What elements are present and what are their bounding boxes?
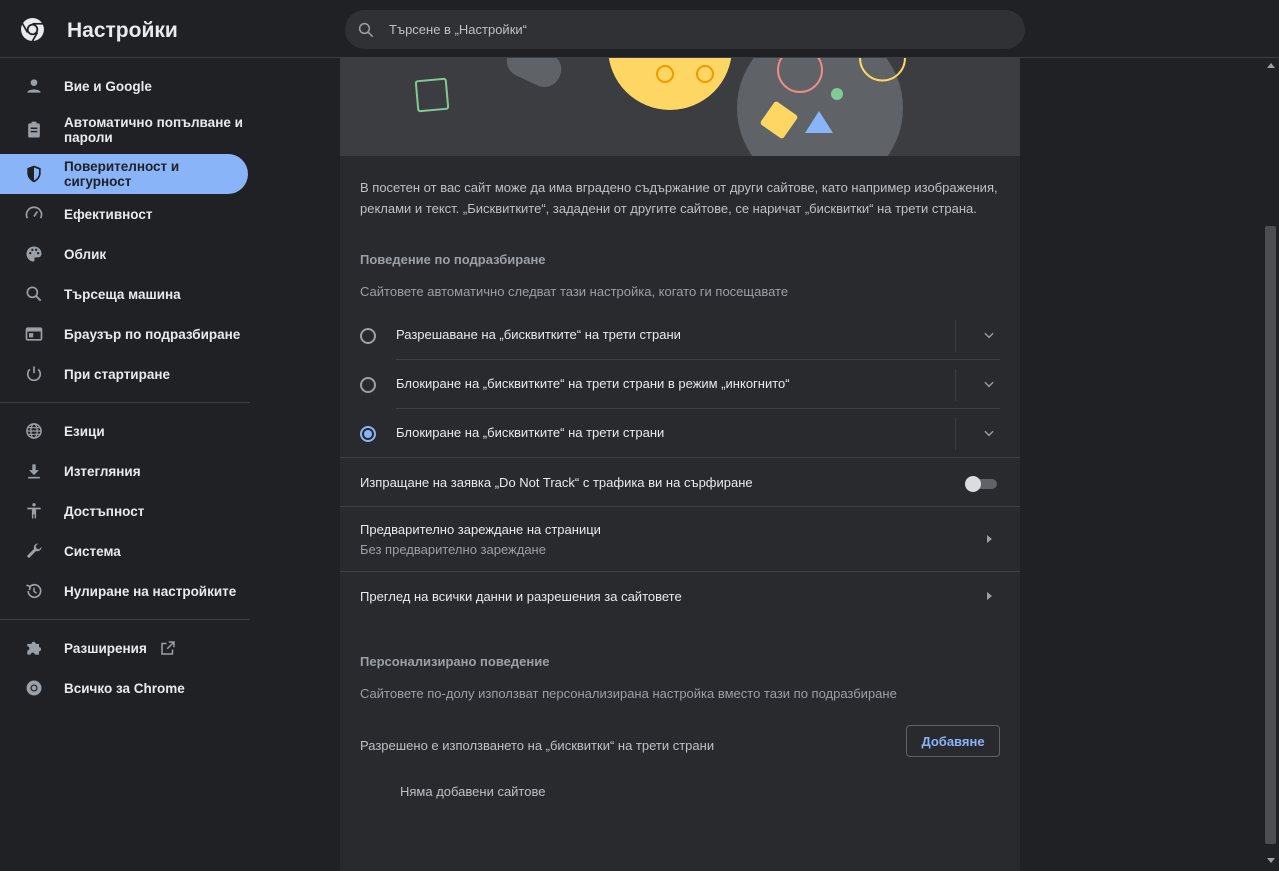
app-title: Настройки	[67, 19, 178, 42]
radio-label: Блокиране на „бисквитките“ на трети стра…	[396, 425, 665, 440]
clipboard-icon	[28, 121, 40, 138]
sidebar-item-label: Автоматично попълване и пароли	[64, 115, 243, 145]
separator	[955, 320, 956, 352]
sidebar-item-label: Облик	[64, 246, 107, 262]
sidebar-item-about-chrome[interactable]: Всичко за Chrome	[0, 668, 248, 708]
sidebar-item-label: Ефективност	[64, 206, 153, 222]
sidebar: Вие и Google Автоматично попълване и пар…	[0, 58, 260, 871]
arrow-right-icon	[987, 592, 992, 600]
search-icon	[358, 22, 374, 38]
illustration-banner	[340, 58, 1020, 156]
cookies-illustration	[414, 58, 906, 156]
do-not-track-row[interactable]: Изпращане на заявка „Do Not Track“ с тра…	[340, 458, 1020, 506]
site-data-title: Преглед на всички данни и разрешения за …	[360, 589, 682, 604]
sidebar-item-performance[interactable]: Ефективност	[0, 194, 248, 234]
sidebar-item-extensions[interactable]: Разширения	[0, 628, 248, 668]
default-behavior-subtitle: Сайтовете автоматично следват тази настр…	[360, 284, 789, 299]
add-site-button[interactable]: Добавяне	[906, 725, 1000, 757]
sidebar-item-search-engine[interactable]: Търсеща машина	[0, 274, 248, 314]
do-not-track-toggle[interactable]	[965, 476, 997, 492]
radio-label: Разрешаване на „бисквитките“ на трети ст…	[396, 327, 681, 342]
search-box[interactable]	[345, 10, 1025, 49]
sidebar-item-label: Браузър по подразбиране	[64, 326, 241, 342]
separator	[955, 418, 956, 450]
sidebar-item-label: Достъпност	[64, 503, 145, 519]
sidebar-item-label: Изтегляния	[64, 463, 141, 479]
puzzle-icon	[27, 641, 42, 655]
chevron-down-icon[interactable]	[982, 328, 996, 342]
sidebar-item-default-browser[interactable]: Браузър по подразбиране	[0, 314, 248, 354]
search-icon	[26, 286, 42, 302]
person-icon	[27, 79, 41, 93]
globe-icon	[26, 423, 42, 439]
radio-block-incognito[interactable]: Блокиране на „бисквитките“ на трети стра…	[360, 360, 1000, 409]
browser-icon	[25, 327, 43, 341]
arrow-right-icon	[987, 535, 992, 543]
scrollbar[interactable]	[1263, 58, 1279, 871]
sidebar-item-label: Търсеща машина	[64, 286, 181, 302]
radio-button[interactable]	[360, 377, 376, 393]
sidebar-item-label: Всичко за Chrome	[64, 680, 185, 696]
site-data-row[interactable]: Преглед на всички данни и разрешения за …	[340, 572, 1020, 620]
sidebar-item-system[interactable]: Система	[0, 531, 248, 571]
sidebar-item-label: Вие и Google	[64, 78, 152, 94]
sidebar-item-label: Разширения	[64, 640, 147, 656]
sidebar-divider	[0, 619, 250, 620]
do-not-track-label: Изпращане на заявка „Do Not Track“ с тра…	[360, 475, 753, 490]
radio-button[interactable]	[360, 328, 376, 344]
sidebar-item-autofill[interactable]: Автоматично попълване и пароли	[0, 110, 248, 150]
radio-allow-third-party-cookies[interactable]: Разрешаване на „бисквитките“ на трети ст…	[360, 311, 1000, 360]
custom-behavior-heading: Персонализирано поведение	[360, 654, 550, 669]
sidebar-item-appearance[interactable]: Облик	[0, 234, 248, 274]
allowed-cookies-label: Разрешено е използването на „бисквитки“ …	[360, 738, 715, 753]
palette-icon	[26, 246, 42, 262]
download-icon	[28, 464, 40, 479]
chevron-down-icon[interactable]	[982, 426, 996, 440]
sidebar-item-accessibility[interactable]: Достъпност	[0, 491, 248, 531]
top-bar: Настройки	[0, 0, 1279, 58]
custom-behavior-subtitle: Сайтовете по-долу използват персонализир…	[360, 686, 897, 701]
sidebar-item-you-and-google[interactable]: Вие и Google	[0, 66, 248, 106]
chrome-icon	[26, 680, 42, 696]
sidebar-item-reset-settings[interactable]: Нулиране на настройките	[0, 571, 248, 611]
history-icon	[26, 583, 42, 599]
preload-title: Предварително зареждане на страници	[360, 522, 601, 537]
default-behavior-heading: Поведение по подразбиране	[360, 252, 546, 267]
chrome-logo-icon	[21, 18, 44, 42]
separator	[955, 369, 956, 401]
radio-label: Блокиране на „бисквитките“ на трети стра…	[396, 376, 790, 391]
preload-subtitle: Без предварително зареждане	[360, 542, 546, 557]
scroll-down-arrow-icon[interactable]	[1267, 856, 1275, 864]
speedometer-icon	[25, 206, 43, 219]
sidebar-item-languages[interactable]: Езици	[0, 411, 248, 451]
sidebar-item-label: Система	[64, 543, 121, 559]
scrollbar-thumb[interactable]	[1265, 226, 1276, 844]
preload-pages-row[interactable]: Предварително зареждане на страници Без …	[340, 507, 1020, 571]
radio-block-third-party-cookies[interactable]: Блокиране на „бисквитките“ на трети стра…	[360, 409, 1000, 458]
sidebar-item-on-startup[interactable]: При стартиране	[0, 354, 248, 394]
chevron-down-icon[interactable]	[982, 377, 996, 391]
power-icon	[26, 366, 42, 382]
radio-button-selected[interactable]	[360, 426, 376, 442]
sidebar-item-label: При стартиране	[64, 366, 171, 382]
sidebar-item-label: Поверителност и сигурност	[64, 159, 180, 189]
search-input[interactable]	[389, 10, 989, 49]
sidebar-item-downloads[interactable]: Изтегляния	[0, 451, 248, 491]
shield-icon	[27, 165, 41, 183]
wrench-icon	[26, 543, 42, 559]
cookies-settings-page: В посетен от вас сайт може да има вграде…	[340, 58, 1020, 871]
cookies-description: В посетен от вас сайт може да има вграде…	[360, 180, 998, 216]
sidebar-divider	[0, 402, 250, 403]
sidebar-item-privacy[interactable]: Поверителност и сигурност	[0, 154, 248, 194]
sidebar-item-label: Езици	[64, 423, 105, 439]
open-in-new-icon	[161, 641, 175, 655]
accessibility-icon	[27, 503, 41, 519]
scroll-up-arrow-icon[interactable]	[1267, 62, 1275, 70]
no-sites-text: Няма добавени сайтове	[400, 784, 546, 799]
sidebar-item-label: Нулиране на настройките	[64, 583, 237, 599]
